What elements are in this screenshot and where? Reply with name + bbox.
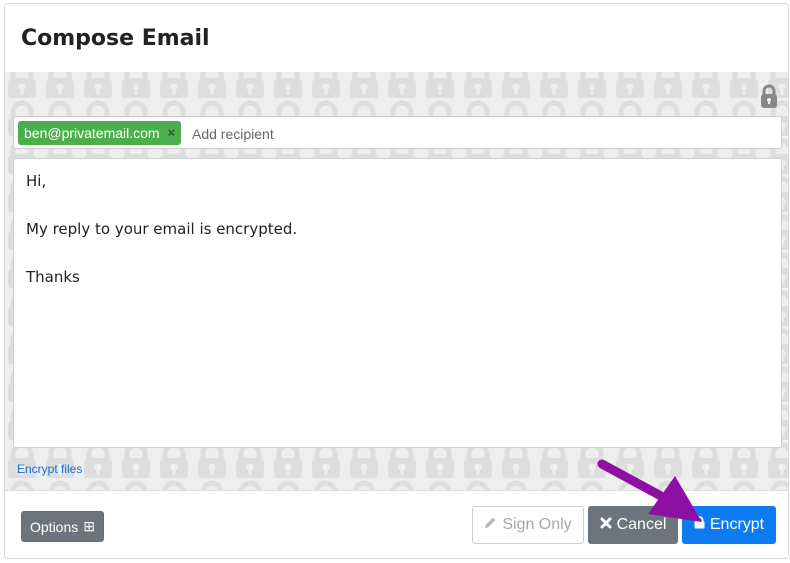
recipient-chip-address: ben@privatemail.com [24, 125, 160, 141]
message-body-editor[interactable]: Hi, My reply to your email is encrypted.… [13, 158, 782, 448]
dialog-header: Compose Email [5, 4, 788, 73]
message-line: Hi, [26, 172, 47, 190]
lock-icon [694, 516, 705, 534]
close-icon[interactable]: × [168, 121, 176, 145]
dialog-footer: Options ⊞ Sign Only Cancel Encrypt [5, 490, 788, 558]
sign-only-label: Sign Only [502, 516, 572, 533]
message-blank-line [26, 193, 769, 217]
options-label: Options [30, 518, 79, 535]
recipient-chip[interactable]: ben@privatemail.com × [18, 121, 182, 145]
options-button[interactable]: Options ⊞ [21, 511, 104, 542]
sign-only-button[interactable]: Sign Only [472, 506, 584, 544]
pencil-icon [484, 516, 497, 534]
compose-email-dialog: Compose Email ben@privatemail.com × Add … [4, 3, 789, 559]
close-icon [600, 516, 612, 534]
add-recipient-input[interactable] [190, 121, 754, 147]
dialog-title: Compose Email [21, 26, 210, 51]
encrypt-files-link[interactable]: Encrypt files [17, 462, 82, 476]
message-blank-line [26, 241, 769, 265]
encrypt-label: Encrypt [709, 516, 765, 533]
cancel-label: Cancel [616, 516, 667, 533]
recipients-field[interactable]: ben@privatemail.com × [13, 116, 782, 149]
cancel-button[interactable]: Cancel [588, 506, 678, 544]
encrypt-button[interactable]: Encrypt [682, 506, 776, 544]
message-line: My reply to your email is encrypted. [26, 220, 298, 238]
secure-compose-area: ben@privatemail.com × Hi, My reply to yo… [5, 72, 788, 490]
message-line: Thanks [26, 268, 80, 286]
lock-icon [760, 83, 778, 109]
plus-square-icon: ⊞ [83, 518, 95, 534]
